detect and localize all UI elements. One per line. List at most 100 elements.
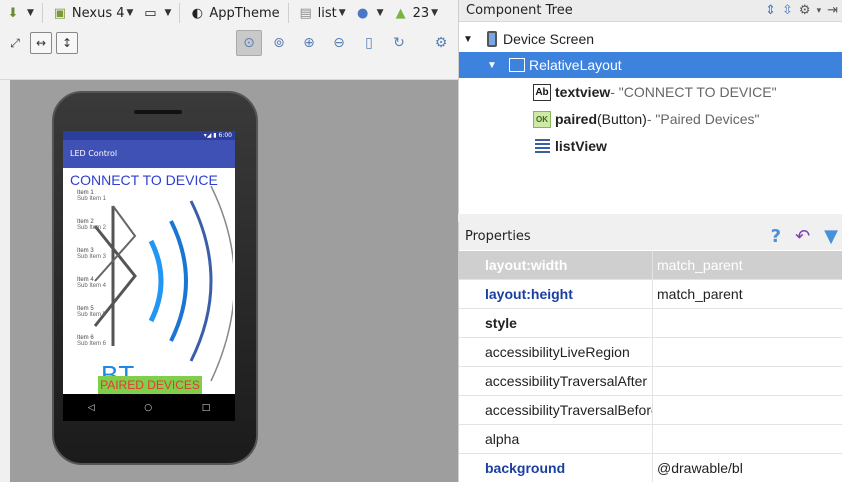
collapse-triangle-icon[interactable]: ▼ — [461, 34, 475, 45]
property-name: alpha — [459, 425, 653, 453]
horizontal-fit-icon[interactable]: ↔ — [30, 32, 52, 54]
tree-item-listview[interactable]: listView — [459, 133, 842, 159]
api-level-dropdown[interactable]: ▲ 23 ▼ — [388, 1, 442, 25]
screenshot-icon[interactable]: ▯ — [356, 30, 382, 56]
property-value[interactable]: match_parent — [653, 251, 842, 279]
toolbar-separator — [287, 3, 289, 23]
tree-item-id: textview — [555, 84, 611, 100]
device-icon: ▣ — [53, 5, 67, 21]
tree-item-paired-button[interactable]: OK paired (Button) - "Paired Devices" — [459, 106, 842, 132]
app-action-bar: LED Control — [63, 140, 235, 168]
listview-icon — [533, 138, 551, 155]
tree-item-description: - "Paired Devices" — [646, 111, 760, 127]
gear-icon[interactable]: ⚙ — [799, 3, 811, 18]
property-value[interactable] — [653, 309, 842, 337]
orientation-dropdown[interactable]: ▭ ▼ — [137, 1, 175, 25]
tree-item-label: RelativeLayout — [529, 57, 622, 73]
app-title: LED Control — [70, 149, 118, 158]
properties-title: Properties — [465, 228, 531, 244]
tree-item-type: (Button) — [597, 111, 647, 127]
list-item-subtitle: Sub Item 6 — [77, 341, 107, 347]
list-item[interactable]: Item 6 Sub Item 6 — [77, 335, 137, 364]
property-row-accessibility-live-region[interactable]: accessibilityLiveRegion — [459, 338, 842, 367]
property-value[interactable]: @drawable/bl — [653, 454, 842, 482]
property-row-accessibility-traversal-after[interactable]: accessibilityTraversalAfter — [459, 367, 842, 396]
button-icon: OK — [533, 110, 551, 128]
status-time: 6:00 — [218, 132, 232, 139]
undo-icon[interactable]: ↶ — [795, 226, 810, 247]
zoom-actual-size-icon[interactable]: ⊚ — [266, 30, 292, 56]
collapse-all-icon[interactable]: ⇳ — [782, 3, 793, 18]
component-tree-title: Component Tree — [466, 3, 573, 18]
list-item[interactable]: Item 2 Sub Item 2 — [77, 219, 137, 248]
chevron-down-icon: ▼ — [431, 8, 439, 18]
property-name: accessibilityLiveRegion — [459, 338, 653, 366]
property-name: accessibilityTraversalBefore — [459, 396, 653, 424]
refresh-icon[interactable]: ↻ — [386, 30, 412, 56]
filter-icon[interactable]: ▼ — [824, 226, 838, 247]
properties-header: Properties ? ↶ ▼ — [459, 222, 842, 250]
component-tree-header: Component Tree ⇕ ⇳ ⚙ ▾ ⇥ — [459, 0, 842, 22]
property-row-layout-width[interactable]: layout:width match_parent — [459, 251, 842, 280]
hide-panel-icon[interactable]: ⇥ — [827, 3, 838, 18]
device-screen-icon — [487, 31, 497, 47]
expand-all-icon[interactable]: ⇕ — [765, 3, 776, 18]
list-item[interactable]: Item 5 Sub Item 5 — [77, 306, 137, 335]
chevron-down-icon: ▼ — [126, 8, 134, 18]
property-value[interactable] — [653, 396, 842, 424]
property-value[interactable] — [653, 367, 842, 395]
device-screen[interactable]: ▾◢ ▮ 6:00 LED Control BT CONNECT TO DEVI… — [63, 131, 235, 421]
property-value[interactable] — [653, 338, 842, 366]
component-tree-panel: Component Tree ⇕ ⇳ ⚙ ▾ ⇥ ▼ Device Screen… — [458, 0, 842, 214]
list-item-subtitle: Sub Item 4 — [77, 283, 107, 289]
tree-item-device-screen[interactable]: ▼ Device Screen — [459, 26, 842, 52]
help-icon[interactable]: ? — [771, 226, 781, 247]
list-item[interactable]: Item 3 Sub Item 3 — [77, 248, 137, 277]
zoom-out-icon[interactable]: ⊖ — [326, 30, 352, 56]
collapse-triangle-icon[interactable]: ▼ — [485, 60, 499, 71]
toolbar-row-zoom: ⤢ ↔ ↕ ⊙ ⊚ ⊕ ⊖ ▯ ↻ ⚙ — [0, 30, 458, 56]
property-row-layout-height[interactable]: layout:height match_parent — [459, 280, 842, 309]
tree-item-label: Device Screen — [503, 31, 595, 47]
design-canvas[interactable]: ▾◢ ▮ 6:00 LED Control BT CONNECT TO DEVI… — [10, 80, 458, 482]
chevron-down-icon: ▼ — [338, 8, 346, 18]
list-item[interactable]: Item 1 Sub Item 1 — [77, 190, 137, 219]
property-row-accessibility-traversal-before[interactable]: accessibilityTraversalBefore — [459, 396, 842, 425]
zoom-to-fit-icon[interactable]: ⊙ — [236, 30, 262, 56]
status-bar: ▾◢ ▮ 6:00 — [63, 131, 235, 140]
property-name: background — [459, 454, 653, 482]
tree-item-id: listView — [555, 138, 607, 154]
device-frame: ▾◢ ▮ 6:00 LED Control BT CONNECT TO DEVI… — [52, 91, 258, 465]
property-row-alpha[interactable]: alpha — [459, 425, 842, 454]
render-options-dropdown[interactable]: ⬇ ▼ — [0, 1, 38, 25]
list-item[interactable]: Item 4 Sub Item 4 — [77, 277, 137, 306]
property-name: accessibilityTraversalAfter — [459, 367, 653, 395]
tree-item-relative-layout[interactable]: ▼ RelativeLayout — [459, 52, 842, 78]
list-item-subtitle: Sub Item 1 — [77, 196, 107, 202]
listview-preview[interactable]: Item 1 Sub Item 1 Item 2 Sub Item 2 Item 3… — [77, 190, 137, 364]
property-row-style[interactable]: style — [459, 309, 842, 338]
theme-dropdown[interactable]: ◐ AppTheme — [184, 1, 283, 25]
property-value[interactable]: match_parent — [653, 280, 842, 308]
expand-icon[interactable]: ⤢ — [4, 32, 26, 54]
tree-item-id: paired — [555, 111, 598, 127]
tree-item-textview[interactable]: Ab textview - "CONNECT TO DEVICE" — [459, 79, 842, 105]
android-studio-layout-editor: ⬇▼ ▣ Nexus 4 ▼ ▭▼ ◐ AppTheme ▤ list ▼ — [0, 0, 842, 482]
property-row-background[interactable]: background @drawable/bl — [459, 454, 842, 482]
editor-toolbar: ⬇▼ ▣ Nexus 4 ▼ ▭▼ ◐ AppTheme ▤ list ▼ — [0, 0, 458, 80]
zoom-controls: ⊙ ⊚ ⊕ ⊖ ▯ ↻ ⚙ — [236, 30, 458, 56]
connect-textview[interactable]: CONNECT TO DEVICE — [70, 172, 218, 188]
activity-dropdown[interactable]: ▤ list ▼ — [293, 1, 350, 25]
vertical-fit-icon[interactable]: ↕ — [56, 32, 78, 54]
settings-gear-icon[interactable]: ⚙ — [428, 30, 454, 56]
chevron-down-icon[interactable]: ▾ — [817, 6, 822, 16]
relative-layout-preview[interactable]: BT CONNECT TO DEVICE Item 1 Sub Item 1 It… — [63, 168, 235, 394]
nav-bar: ◁ ○ □ — [63, 394, 235, 421]
device-dropdown[interactable]: ▣ Nexus 4 ▼ — [47, 1, 138, 25]
locale-dropdown[interactable]: ● ▼ — [350, 1, 388, 25]
zoom-in-icon[interactable]: ⊕ — [296, 30, 322, 56]
toolbar-row-config: ⬇▼ ▣ Nexus 4 ▼ ▭▼ ◐ AppTheme ▤ list ▼ — [0, 0, 442, 26]
tree-item-description: - "CONNECT TO DEVICE" — [610, 84, 777, 100]
paired-devices-button[interactable]: PAIRED DEVICES — [98, 376, 202, 394]
property-value[interactable] — [653, 425, 842, 453]
